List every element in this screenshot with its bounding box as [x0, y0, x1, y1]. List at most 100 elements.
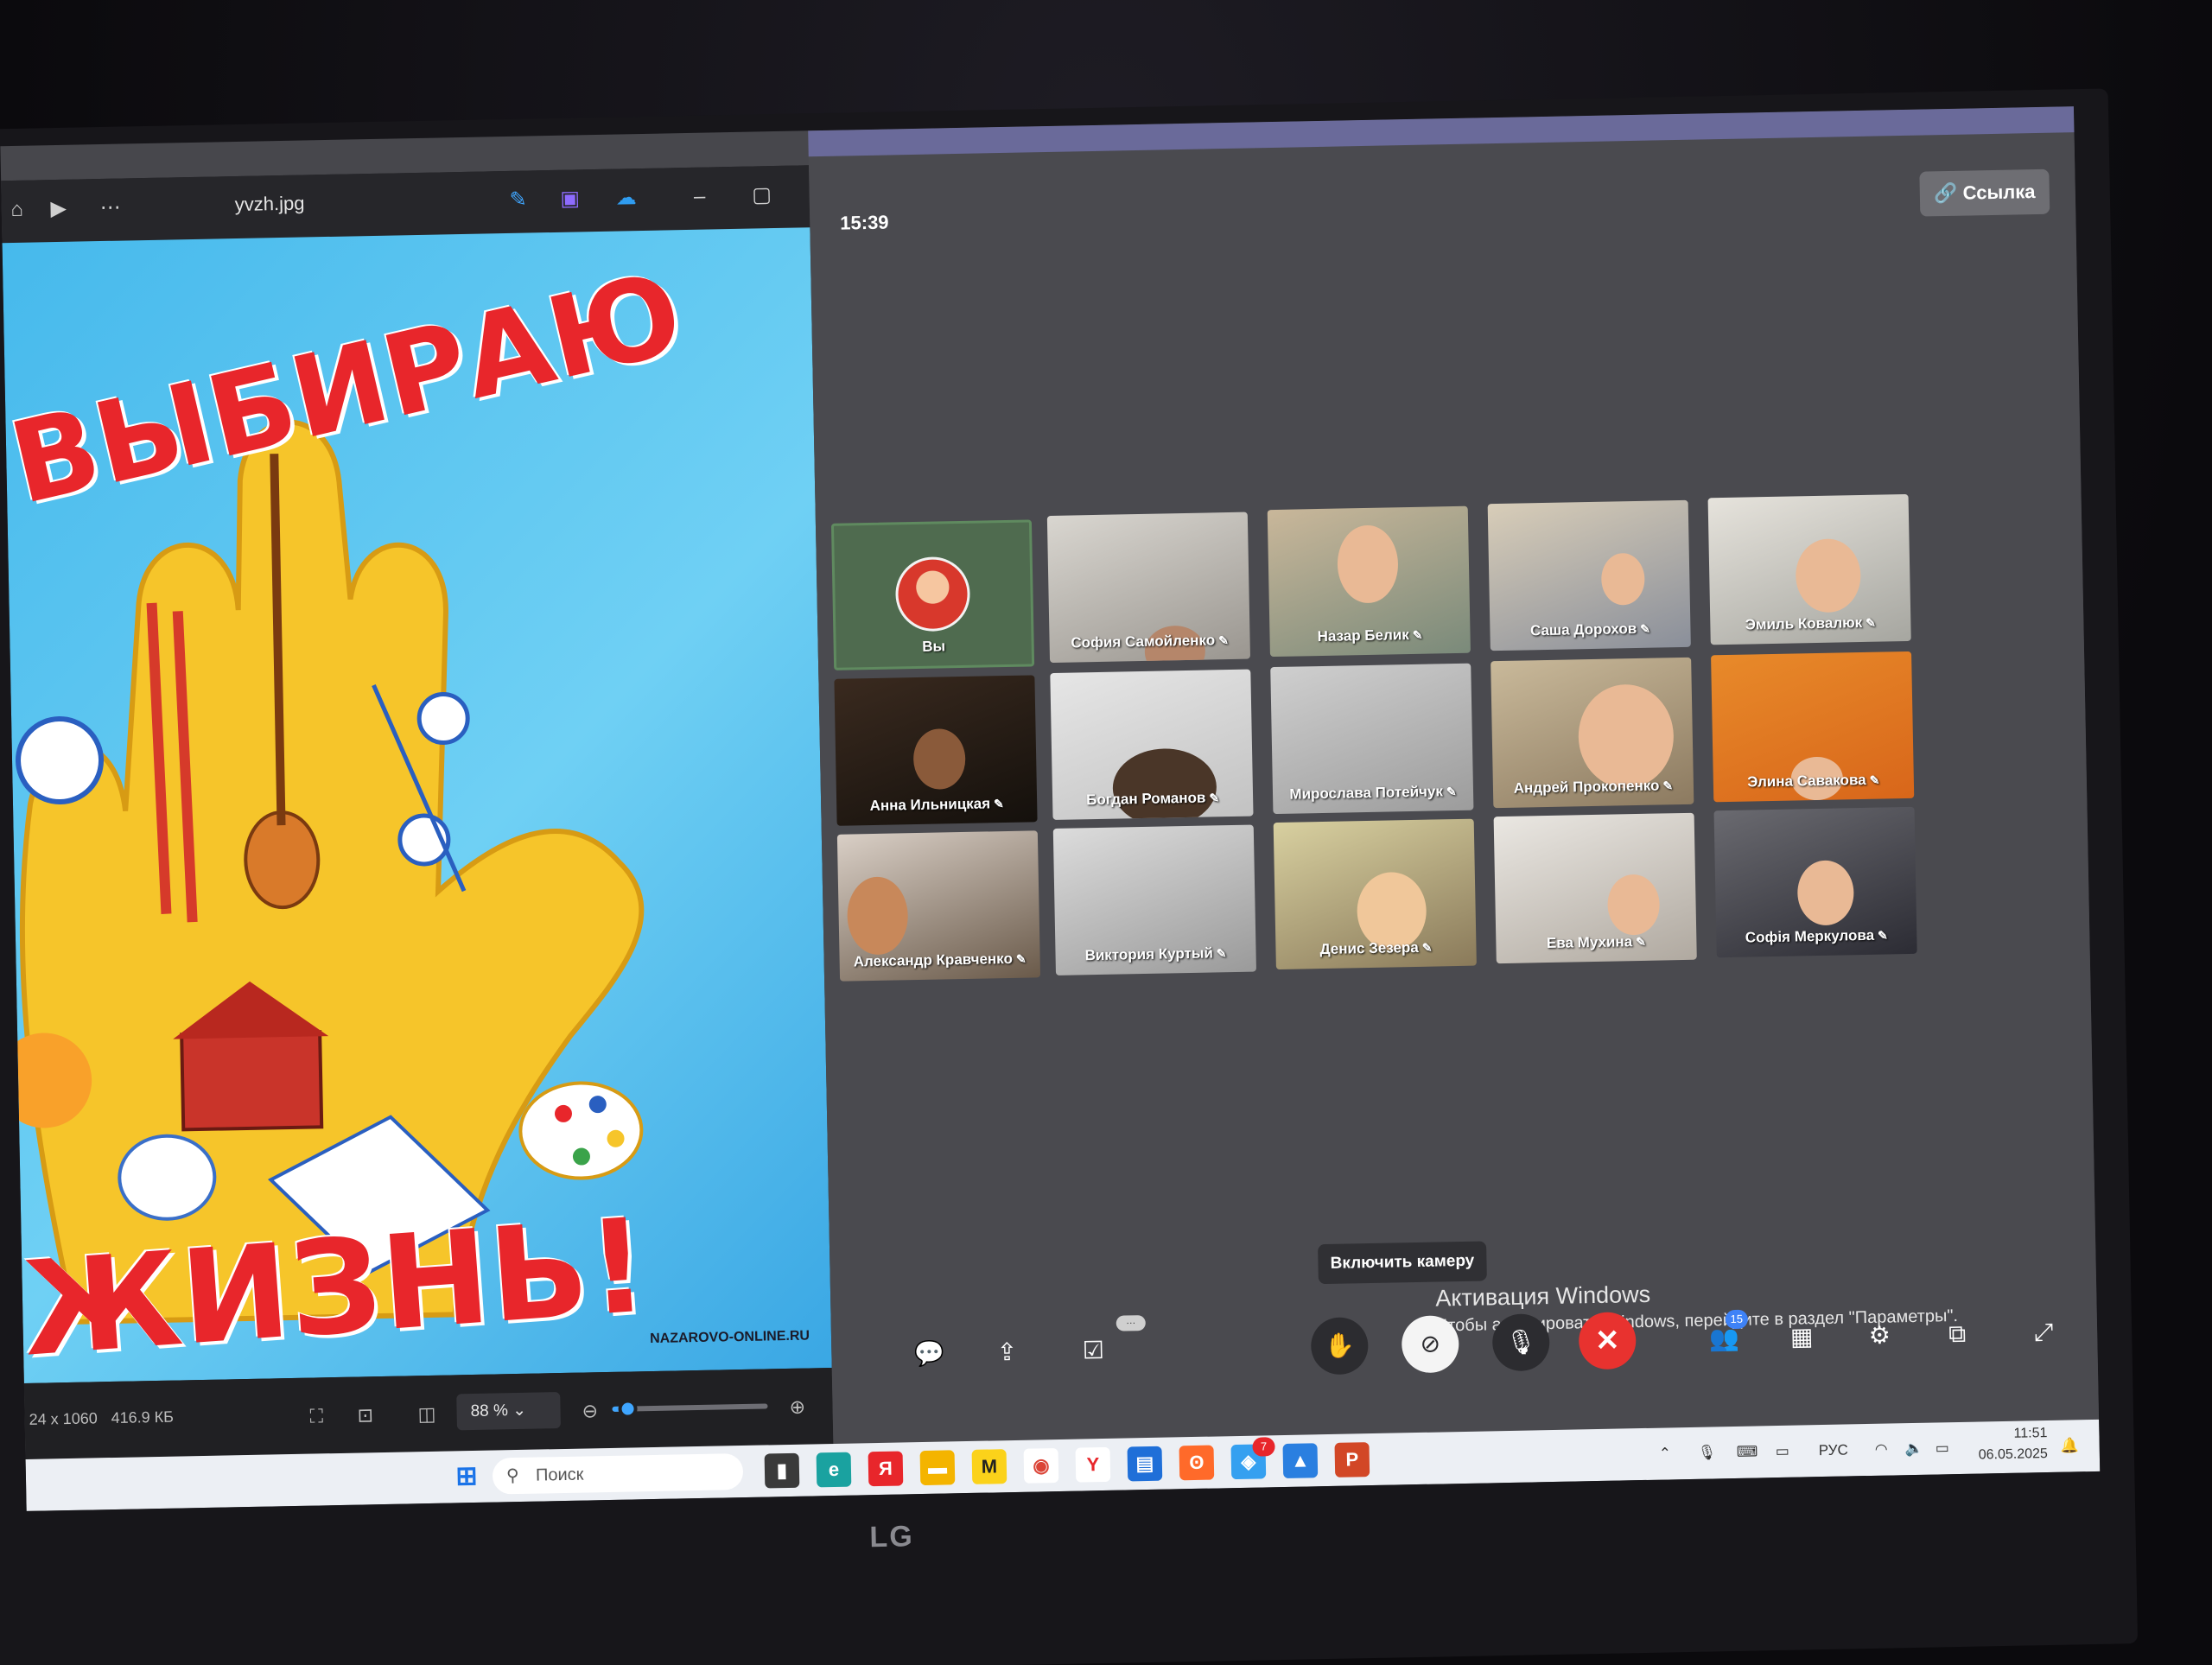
- chat-icon[interactable]: 💬: [900, 1325, 958, 1382]
- participants-count-badge: 15: [1725, 1309, 1749, 1330]
- raise-hand-button[interactable]: ✋: [1310, 1317, 1369, 1376]
- mic-muted-icon: ✎: [1446, 785, 1457, 799]
- chrome-icon[interactable]: ◉: [1023, 1448, 1059, 1484]
- participant-name: Назар Белик ✎: [1317, 626, 1423, 645]
- participant-face: [1577, 683, 1675, 790]
- layout-icon[interactable]: ▦: [1773, 1308, 1831, 1366]
- taskbar-search[interactable]: ⚲ Поиск: [492, 1453, 744, 1495]
- zoom-out-icon[interactable]: ⊖: [582, 1400, 598, 1422]
- participant-name: Денис Зезера ✎: [1319, 938, 1433, 958]
- participant-tile[interactable]: Александр Кравченко ✎: [836, 830, 1041, 982]
- ok-icon[interactable]: ʘ: [1179, 1445, 1215, 1481]
- screen: ⌂ ▶ ⋯ yvzh.jpg ✎ ▣ ☁ – ▢ ВЫБИРАЮ ЖИЗНЬ! …: [0, 106, 2101, 1511]
- maximize-icon[interactable]: ▢: [746, 180, 778, 212]
- language-indicator[interactable]: РУС: [1819, 1441, 1848, 1459]
- participant-face: [1795, 537, 1862, 613]
- reactions-icon[interactable]: ☑: [1065, 1322, 1122, 1380]
- photo-viewer-window: ⌂ ▶ ⋯ yvzh.jpg ✎ ▣ ☁ – ▢ ВЫБИРАЮ ЖИЗНЬ! …: [1, 165, 834, 1459]
- share-screen-icon[interactable]: ⇪: [978, 1323, 1036, 1381]
- end-call-button[interactable]: ✕: [1578, 1312, 1637, 1370]
- battery-icon[interactable]: ▭: [1936, 1439, 1949, 1457]
- mic-muted-icon: ✎: [1869, 772, 1880, 787]
- participant-tile[interactable]: Саша Дорохов ✎: [1487, 499, 1691, 651]
- participant-tile[interactable]: Эмиль Ковалюк ✎: [1707, 493, 1911, 645]
- fit-icon[interactable]: ⛶: [309, 1405, 323, 1427]
- mic-muted-icon: ✎: [1877, 928, 1888, 943]
- participant-name: Саша Дорохов ✎: [1529, 620, 1651, 639]
- monitor-brand-logo: LG: [869, 1520, 915, 1554]
- participant-name: Эмиль Ковалюк ✎: [1745, 613, 1877, 633]
- zoom-in-icon[interactable]: ⊕: [789, 1396, 805, 1419]
- search-icon: ⚲: [505, 1465, 519, 1486]
- reactions-badge: ···: [1116, 1315, 1146, 1331]
- participant-tile[interactable]: Анна Ильницкая ✎: [834, 675, 1038, 826]
- zoom-slider[interactable]: [612, 1399, 768, 1419]
- notification-bell-icon[interactable]: 🔔: [2061, 1437, 2080, 1454]
- zoom-value: 88 %: [470, 1401, 509, 1421]
- pip-icon[interactable]: ⧉: [1929, 1305, 1986, 1363]
- participant-tile[interactable]: Виктория Куртый ✎: [1052, 824, 1256, 975]
- more-icon[interactable]: ⋯: [94, 192, 126, 224]
- mic-muted-icon: ✎: [1866, 615, 1877, 630]
- participant-tile[interactable]: Богдан Романов ✎: [1050, 669, 1254, 820]
- actual-size-icon[interactable]: ⊡: [357, 1404, 373, 1427]
- camera-toggle-button[interactable]: ⊘: [1401, 1315, 1459, 1374]
- photo-scene: ⌂ ▶ ⋯ yvzh.jpg ✎ ▣ ☁ – ▢ ВЫБИРАЮ ЖИЗНЬ! …: [0, 0, 2212, 1665]
- yandex-browser-icon[interactable]: Я: [868, 1451, 904, 1487]
- edit-icon[interactable]: ✎: [502, 184, 534, 216]
- participant-tile[interactable]: Элина Савакова ✎: [1711, 651, 1915, 803]
- clipchamp-icon[interactable]: ▣: [554, 183, 586, 215]
- mic-muted-icon: ✎: [1421, 940, 1433, 955]
- mic-muted-icon: ✎: [1662, 778, 1674, 793]
- slideshow-icon[interactable]: ▶: [42, 194, 74, 226]
- tray-chevron-icon[interactable]: ⌃: [1659, 1445, 1672, 1462]
- participant-name: Мирослава Потейчук ✎: [1289, 783, 1457, 803]
- task-view-icon[interactable]: ▮: [764, 1452, 800, 1489]
- file-explorer-icon[interactable]: ▬: [919, 1450, 956, 1486]
- minimize-icon[interactable]: –: [683, 181, 715, 213]
- tray-mic-icon[interactable]: 🎙: [1698, 1444, 1717, 1461]
- participant-tile[interactable]: Ева Мухина ✎: [1493, 812, 1697, 964]
- participant-tile[interactable]: Мирослава Потейчук ✎: [1270, 663, 1474, 815]
- edge-icon[interactable]: e: [816, 1452, 852, 1488]
- participant-face: [1337, 524, 1399, 604]
- participant-tile-self[interactable]: Вы: [830, 519, 1035, 670]
- photos-icon[interactable]: ▲: [1282, 1443, 1319, 1479]
- store-icon[interactable]: ▤: [1127, 1446, 1163, 1482]
- viewer-filename: yvzh.jpg: [234, 192, 305, 216]
- mic-muted-icon: ✎: [993, 797, 1004, 811]
- participants-grid: Вы София Самойленко ✎ Назар Белик ✎ Саша Д…: [830, 493, 2090, 990]
- yandex-music-icon[interactable]: M: [971, 1449, 1007, 1484]
- taskbar-time[interactable]: 11:51: [1969, 1426, 2047, 1443]
- microphone-button[interactable]: 🎙: [1491, 1313, 1550, 1372]
- participant-tile[interactable]: Денис Зезера ✎: [1273, 818, 1477, 970]
- powerpoint-icon[interactable]: P: [1334, 1442, 1370, 1478]
- poster-image: ВЫБИРАЮ ЖИЗНЬ! NAZAROVO-ONLINE.RU: [2, 227, 832, 1383]
- home-icon[interactable]: ⌂: [1, 194, 33, 226]
- screenshot-icon[interactable]: ◫: [417, 1403, 435, 1426]
- fullscreen-icon[interactable]: ⤢: [2015, 1303, 2073, 1361]
- participant-tile[interactable]: Софія Меркулова ✎: [1713, 806, 1917, 958]
- tray-keyboard-icon[interactable]: ⌨: [1737, 1443, 1758, 1460]
- onedrive-icon[interactable]: ☁: [610, 182, 642, 214]
- start-icon[interactable]: ⊞: [449, 1459, 485, 1495]
- participant-face: [1112, 747, 1217, 820]
- mic-muted-icon: ✎: [1217, 633, 1230, 648]
- volume-icon[interactable]: 🔈: [1905, 1440, 1924, 1458]
- participant-tile[interactable]: Назар Белик ✎: [1267, 505, 1471, 658]
- participant-tile[interactable]: София Самойленко ✎: [1046, 512, 1251, 664]
- participant-name: София Самойленко ✎: [1071, 632, 1230, 651]
- zoom-slider-knob[interactable]: [618, 1399, 638, 1419]
- copy-link-button[interactable]: 🔗 Ссылка: [1919, 168, 2050, 217]
- participant-name: Александр Кравченко ✎: [853, 950, 1027, 970]
- yandex-icon[interactable]: Y: [1075, 1446, 1111, 1483]
- tray-display-icon[interactable]: ▭: [1776, 1443, 1789, 1460]
- zoom-dropdown[interactable]: 88 % ⌄: [456, 1392, 561, 1431]
- video-meeting-window: 15:39 🔗 Ссылка Вы София Самойленко ✎ Наза: [808, 106, 2100, 1444]
- participant-tile[interactable]: Андрей Прокопенко ✎: [1491, 657, 1694, 809]
- wifi-icon[interactable]: ◠: [1875, 1441, 1888, 1458]
- participant-face: [1600, 552, 1645, 606]
- mic-muted-icon: ✎: [1640, 621, 1651, 636]
- settings-icon[interactable]: ⚙: [1851, 1306, 1909, 1364]
- taskbar-date[interactable]: 06.05.2025: [1970, 1446, 2048, 1464]
